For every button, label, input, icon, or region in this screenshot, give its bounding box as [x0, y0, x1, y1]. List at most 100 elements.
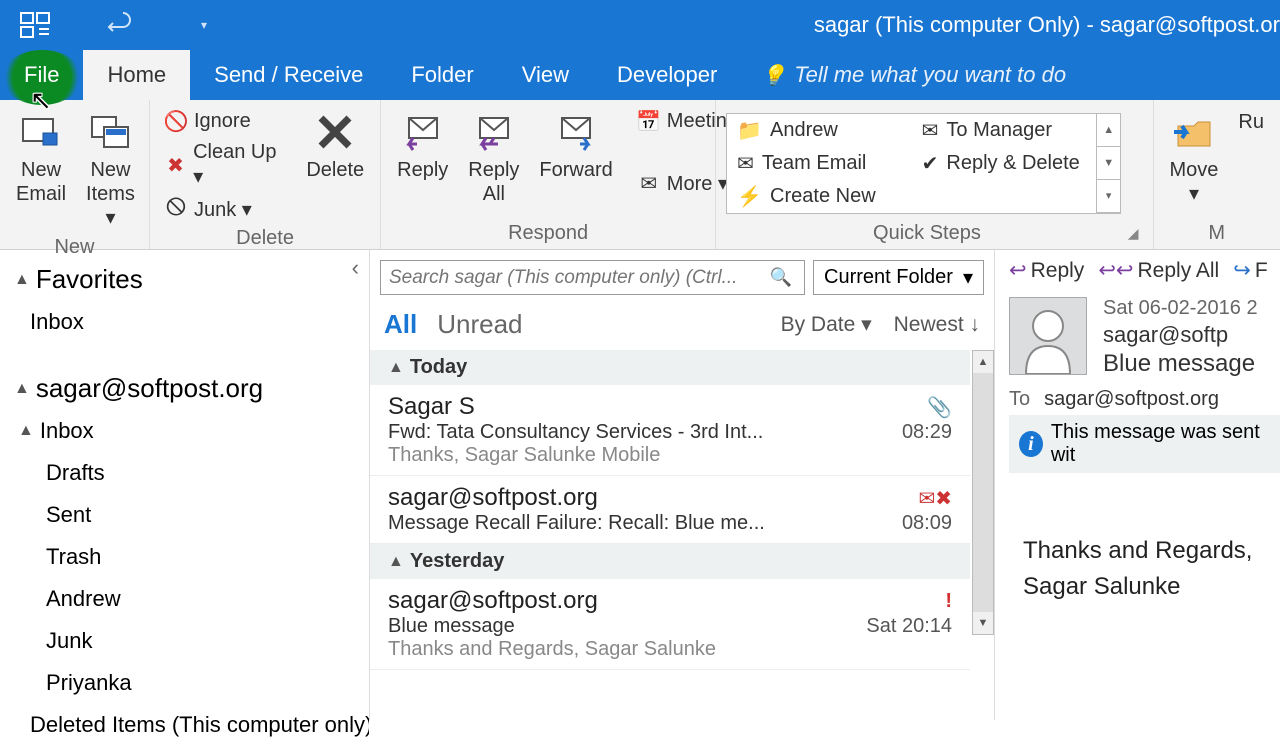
folder-junk[interactable]: Junk — [0, 620, 369, 662]
qs-to-manager[interactable]: ✉To Manager — [912, 114, 1097, 147]
caret-down-icon: ▲ — [388, 359, 404, 377]
forward-button[interactable]: Forward — [533, 106, 618, 186]
cleanup-icon: ✖ — [164, 153, 187, 177]
favorites-header[interactable]: ▲Favorites — [0, 258, 369, 301]
move-icon — [1172, 110, 1216, 154]
qs-reply-delete[interactable]: ✔Reply & Delete — [912, 147, 1097, 180]
group-delete: 🚫Ignore ✖Clean Up ▾ 🛇Junk ▾ Delete Delet… — [150, 100, 381, 249]
tab-folder[interactable]: Folder — [387, 50, 497, 100]
message-item[interactable]: sagar@softpost.org✉✖ Message Recall Fail… — [370, 476, 970, 544]
qs-create-new[interactable]: ⚡Create New — [727, 180, 912, 213]
window-title: sagar (This computer Only) - sagar@softp… — [814, 12, 1280, 38]
group-today[interactable]: ▲Today — [370, 350, 970, 385]
tab-send-receive[interactable]: Send / Receive — [190, 50, 387, 100]
ribbon: New Email New Items ▾ New 🚫Ignore ✖Clean… — [0, 100, 1280, 250]
reading-reply-button[interactable]: ↩Reply — [1009, 258, 1084, 283]
folder-sent[interactable]: Sent — [0, 494, 369, 536]
new-items-button[interactable]: New Items ▾ — [80, 106, 141, 234]
sort-by-button[interactable]: By Date ▾ — [781, 312, 872, 337]
team-icon: ✉ — [737, 151, 754, 176]
caret-down-icon: ▲ — [18, 422, 34, 440]
message-item[interactable]: sagar@softpost.org! Blue messageSat 20:1… — [370, 579, 970, 670]
search-input[interactable] — [389, 267, 766, 289]
attachment-icon: 📎 — [927, 395, 952, 420]
search-icon[interactable]: 🔍 — [766, 267, 796, 288]
tell-me-search[interactable]: 💡 Tell me what you want to do — [741, 50, 1086, 100]
folder-nav: ‹ ▲Favorites Inbox ▲sagar@softpost.org ▲… — [0, 250, 370, 720]
filter-all[interactable]: All — [384, 309, 417, 340]
main-area: ‹ ▲Favorites Inbox ▲sagar@softpost.org ▲… — [0, 250, 1280, 720]
folder-deleted[interactable]: Deleted Items (This computer only) — [0, 704, 369, 746]
sort-order-button[interactable]: Newest ↓ — [894, 312, 980, 337]
nav-collapse-button[interactable]: ‹ — [352, 255, 359, 281]
title-bar: ▾ sagar (This computer Only) - sagar@sof… — [0, 0, 1280, 50]
new-email-icon — [19, 110, 63, 154]
folder-inbox[interactable]: ▲Inbox — [0, 410, 369, 452]
qs-scroll-down[interactable]: ▼ — [1097, 147, 1120, 180]
group-new: New Email New Items ▾ New — [0, 100, 150, 249]
create-new-icon: ⚡ — [737, 184, 762, 209]
tab-home[interactable]: Home — [83, 50, 190, 100]
folder-drafts[interactable]: Drafts — [0, 452, 369, 494]
junk-button[interactable]: 🛇Junk ▾ — [160, 194, 292, 225]
reply-button[interactable]: Reply — [391, 106, 454, 186]
group-respond: Reply Reply All Forward 📅Meeting ✉More ▾… — [381, 100, 716, 249]
folder-icon: 📁 — [737, 118, 762, 143]
recall-icon: ✉✖ — [918, 486, 952, 511]
forward-icon: ↪ — [1233, 258, 1251, 283]
tab-developer[interactable]: Developer — [593, 50, 741, 100]
scroll-track[interactable] — [973, 373, 993, 612]
undo-icon[interactable] — [105, 10, 131, 41]
reply-delete-icon: ✔ — [922, 151, 939, 176]
account-header[interactable]: ▲sagar@softpost.org — [0, 367, 369, 410]
tab-view[interactable]: View — [498, 50, 593, 100]
reading-forward-button[interactable]: ↪F — [1233, 258, 1267, 283]
scroll-up-button[interactable]: ▲ — [973, 351, 993, 373]
qs-scroll: ▲ ▼ ▾ — [1096, 114, 1120, 213]
meeting-icon: 📅 — [637, 109, 661, 133]
app-icon — [15, 5, 55, 45]
rules-button[interactable]: Ru — [1232, 106, 1270, 138]
chevron-down-icon: ▾ — [963, 265, 973, 290]
folder-trash[interactable]: Trash — [0, 536, 369, 578]
cleanup-button[interactable]: ✖Clean Up ▾ — [160, 138, 292, 192]
ignore-icon: 🚫 — [164, 109, 188, 133]
new-email-button[interactable]: New Email — [10, 106, 72, 210]
list-scrollbar[interactable]: ▲ ▼ — [972, 350, 994, 635]
qs-expand[interactable]: ▾ — [1097, 180, 1120, 213]
reading-reply-all-button[interactable]: ↩↩Reply All — [1098, 258, 1219, 283]
move-button[interactable]: Move ▾ — [1164, 106, 1225, 210]
folder-andrew[interactable]: Andrew — [0, 578, 369, 620]
quicksteps-gallery: 📁Andrew ✉To Manager ✉Team Email ✔Reply &… — [726, 113, 1121, 214]
group-yesterday[interactable]: ▲Yesterday — [370, 544, 970, 579]
reading-from: sagar@softp — [1103, 320, 1280, 350]
qs-team-email[interactable]: ✉Team Email — [727, 147, 912, 180]
filter-unread[interactable]: Unread — [437, 309, 522, 340]
importance-icon: ! — [945, 590, 952, 613]
quicksteps-launcher[interactable]: ◢ — [1128, 225, 1143, 242]
reading-pane: ↩Reply ↩↩Reply All ↪F Sat 06-02-2016 2 s… — [995, 250, 1280, 720]
reply-all-button[interactable]: Reply All — [462, 106, 525, 210]
ignore-button[interactable]: 🚫Ignore — [160, 106, 292, 136]
delete-button[interactable]: Delete — [300, 106, 370, 186]
qs-scroll-up[interactable]: ▲ — [1097, 114, 1120, 147]
qat-dropdown-icon[interactable]: ▾ — [201, 18, 207, 32]
delete-icon — [313, 110, 357, 154]
search-box[interactable]: 🔍 — [380, 260, 805, 295]
qs-andrew[interactable]: 📁Andrew — [727, 114, 912, 147]
group-move: Move ▾ Ru M — [1154, 100, 1280, 249]
folder-priyanka[interactable]: Priyanka — [0, 662, 369, 704]
bulb-icon: 💡 — [761, 63, 786, 88]
message-item[interactable]: Sagar S📎 Fwd: Tata Consultancy Services … — [370, 385, 970, 476]
message-list-pane: 🔍 Current Folder▾ All Unread By Date ▾ N… — [370, 250, 995, 720]
search-scope-dropdown[interactable]: Current Folder▾ — [813, 260, 984, 295]
caret-down-icon: ▲ — [388, 553, 404, 571]
reading-body: Thanks and Regards, Sagar Salunke — [1009, 473, 1280, 665]
info-icon: i — [1019, 431, 1043, 457]
reading-subject: Blue message — [1103, 350, 1280, 378]
sender-avatar — [1009, 297, 1087, 375]
forward-icon — [554, 110, 598, 154]
junk-icon: 🛇 — [164, 198, 188, 222]
favorites-inbox[interactable]: Inbox — [0, 301, 369, 343]
scroll-down-button[interactable]: ▼ — [973, 612, 993, 634]
